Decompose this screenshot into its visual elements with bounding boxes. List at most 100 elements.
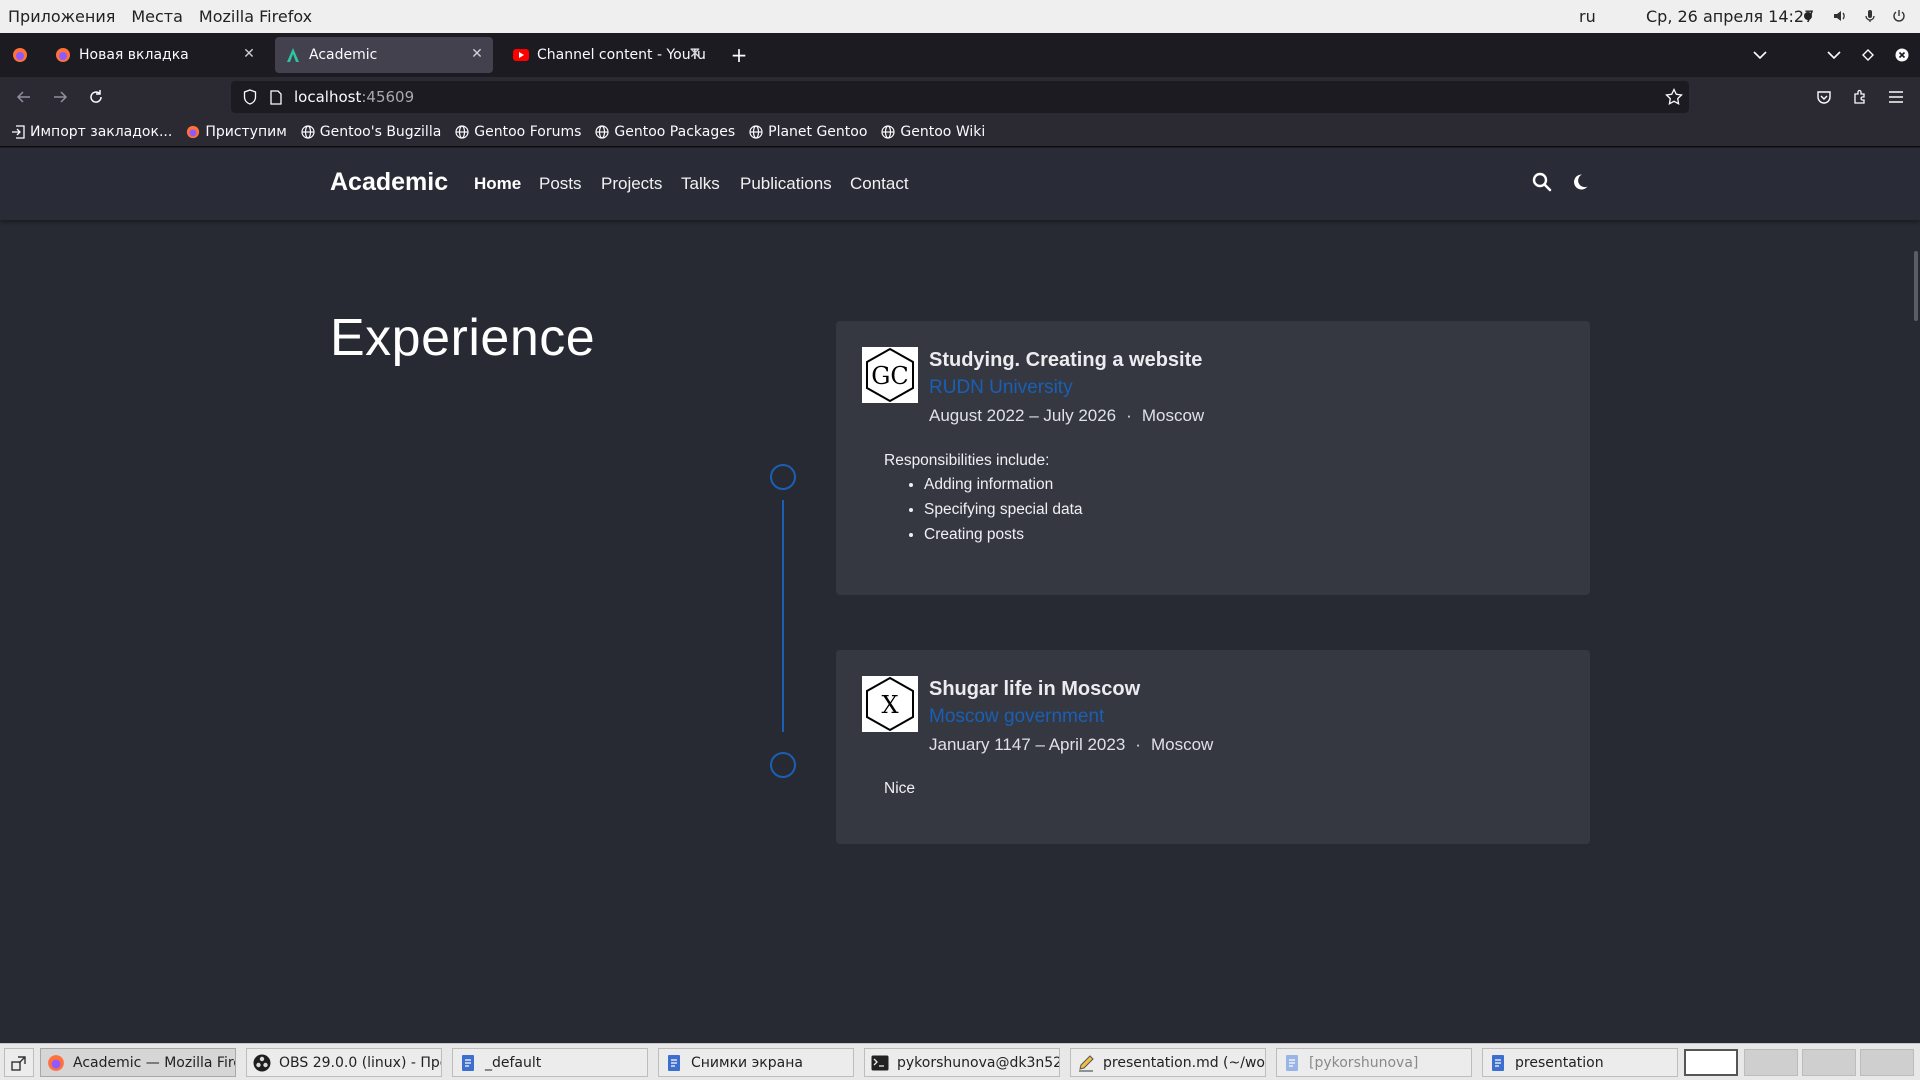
bookmark-label: Gentoo Packages: [614, 123, 736, 140]
show-desktop-button[interactable]: [4, 1048, 34, 1077]
menu-places[interactable]: Места: [123, 7, 191, 26]
search-icon[interactable]: [1530, 170, 1554, 194]
taskbar-item-terminal[interactable]: pykorshunova@dk3n52...: [864, 1048, 1060, 1077]
list-item: Creating posts: [924, 526, 1083, 544]
experience-description: Nice: [884, 780, 915, 798]
status-dot-icon[interactable]: [1800, 8, 1816, 24]
experience-organization-link[interactable]: Moscow government: [929, 706, 1104, 728]
nav-link-projects[interactable]: Projects: [601, 174, 662, 194]
window-close-icon[interactable]: [1888, 41, 1916, 69]
taskbar-item-label: _default: [485, 1054, 542, 1071]
experience-meta: January 1147 – April 2023 · Moscow: [929, 735, 1213, 755]
list-all-tabs-chevron-icon[interactable]: [1746, 41, 1774, 69]
tab-youtube[interactable]: Channel content - YouTube ✕: [503, 37, 711, 73]
experience-meta: August 2022 – July 2026 · Moscow: [929, 406, 1204, 426]
keyboard-layout-indicator[interactable]: ru: [1579, 7, 1596, 26]
hamburger-menu-icon[interactable]: [1882, 83, 1910, 111]
workspace-3[interactable]: [1802, 1049, 1856, 1076]
new-tab-plus-icon[interactable]: +: [725, 41, 753, 69]
bookmark-get-started[interactable]: Приступим: [185, 123, 287, 140]
web-page: Academic Home Posts Projects Talks Publi…: [0, 148, 1920, 1043]
menu-applications[interactable]: Приложения: [0, 7, 123, 26]
taskbar-item-label: Academic — Mozilla Fire...: [73, 1054, 235, 1071]
globe-icon: [880, 124, 896, 140]
firefox-menu-icon[interactable]: [6, 41, 34, 69]
microphone-icon[interactable]: [1862, 8, 1878, 24]
tracking-protection-shield-icon[interactable]: [240, 89, 260, 105]
clock[interactable]: Ср, 26 апреля 14:27: [1646, 7, 1814, 26]
organization-logo: GC: [862, 347, 918, 403]
taskbar-item-firefox[interactable]: Academic — Mozilla Fire...: [40, 1048, 236, 1077]
power-icon[interactable]: [1891, 8, 1907, 24]
bookmark-planet-gentoo[interactable]: Planet Gentoo: [748, 124, 867, 140]
volume-icon[interactable]: [1832, 8, 1848, 24]
tab-title: Academic: [309, 47, 378, 63]
timeline-line: [782, 500, 784, 732]
close-tab-icon[interactable]: ✕: [469, 46, 485, 62]
workspace-1[interactable]: [1684, 1049, 1738, 1076]
timeline-dot: [770, 464, 796, 490]
bookmarks-toolbar: Импорт закладок... Приступим Gentoo's Bu…: [0, 117, 1920, 147]
list-item: Specifying special data: [924, 501, 1083, 519]
taskbar-item-screenshots[interactable]: Снимки экрана: [658, 1048, 854, 1077]
back-arrow-icon[interactable]: [10, 83, 38, 111]
bookmark-label: Gentoo Wiki: [900, 123, 986, 140]
nav-link-home[interactable]: Home: [474, 174, 521, 194]
reload-icon[interactable]: [82, 83, 110, 111]
bookmark-label: Planet Gentoo: [768, 123, 868, 140]
tab-academic[interactable]: Academic ✕: [275, 37, 493, 73]
taskbar-item-presentation[interactable]: presentation: [1482, 1048, 1678, 1077]
experience-organization-link[interactable]: RUDN University: [929, 377, 1073, 399]
close-tab-icon[interactable]: ✕: [687, 46, 703, 62]
nav-link-contact[interactable]: Contact: [850, 174, 909, 194]
taskbar-item-obs[interactable]: OBS 29.0.0 (linux) - Про...: [246, 1048, 442, 1077]
window-maximize-icon[interactable]: [1854, 41, 1882, 69]
url-bar[interactable]: localhost:45609: [231, 81, 1689, 113]
bookmark-import[interactable]: Импорт закладок...: [10, 124, 172, 140]
close-tab-icon[interactable]: ✕: [241, 46, 257, 62]
page-info-icon[interactable]: [266, 89, 286, 105]
meta-separator: ·: [1126, 406, 1132, 425]
taskbar-item-text-editor[interactable]: presentation.md (~/wor...: [1070, 1048, 1266, 1077]
logo-text: GC: [871, 362, 909, 390]
bookmark-gentoo-bugzilla[interactable]: Gentoo's Bugzilla: [300, 124, 441, 140]
navigation-toolbar: localhost:45609: [0, 77, 1920, 117]
bookmark-star-icon[interactable]: [1665, 87, 1683, 110]
window-minimize-chevron-icon[interactable]: [1820, 41, 1848, 69]
experience-location: Moscow: [1150, 735, 1214, 754]
menu-active-app[interactable]: Mozilla Firefox: [191, 7, 320, 26]
extensions-puzzle-icon[interactable]: [1846, 83, 1874, 111]
taskbar-item-label: OBS 29.0.0 (linux) - Про...: [279, 1054, 441, 1071]
globe-icon: [748, 124, 764, 140]
forward-arrow-icon[interactable]: [46, 83, 74, 111]
taskbar-item-default[interactable]: _default: [452, 1048, 648, 1077]
nav-link-publications[interactable]: Publications: [740, 174, 832, 194]
workspace-4[interactable]: [1860, 1049, 1914, 1076]
experience-dates: January 1147 – April 2023: [929, 735, 1126, 754]
bookmark-gentoo-packages[interactable]: Gentoo Packages: [594, 124, 735, 140]
logo-text: X: [881, 691, 898, 719]
experience-card: GC Studying. Creating a website RUDN Uni…: [836, 321, 1590, 595]
pocket-icon[interactable]: [1810, 83, 1838, 111]
taskbar-item-label: Снимки экрана: [691, 1054, 803, 1071]
tab-new-tab[interactable]: Новая вкладка ✕: [45, 37, 265, 73]
dark-mode-moon-icon[interactable]: [1568, 170, 1592, 194]
page-scrollbar[interactable]: [1914, 251, 1918, 321]
site-brand[interactable]: Academic: [330, 168, 448, 197]
globe-icon: [300, 124, 316, 140]
bookmark-gentoo-wiki[interactable]: Gentoo Wiki: [880, 124, 985, 140]
tab-title: Channel content - YouTube: [537, 47, 705, 63]
bookmark-gentoo-forums[interactable]: Gentoo Forums: [454, 124, 581, 140]
url-text: localhost:45609: [294, 88, 414, 106]
description-text: Responsibilities include:: [884, 452, 1050, 469]
experience-card: X Shugar life in Moscow Moscow governmen…: [836, 650, 1590, 844]
bookmark-label: Приступим: [205, 123, 287, 140]
nav-link-talks[interactable]: Talks: [681, 174, 720, 194]
experience-title: Shugar life in Moscow: [929, 678, 1141, 700]
experience-dates: August 2022 – July 2026: [929, 406, 1117, 425]
globe-icon: [454, 124, 470, 140]
taskbar-item-pykorshunova[interactable]: [pykorshunova]: [1276, 1048, 1472, 1077]
browser-tab-strip: Новая вкладка ✕ Academic ✕ Channel conte…: [0, 33, 1920, 77]
workspace-2[interactable]: [1744, 1049, 1798, 1076]
nav-link-posts[interactable]: Posts: [539, 174, 582, 194]
